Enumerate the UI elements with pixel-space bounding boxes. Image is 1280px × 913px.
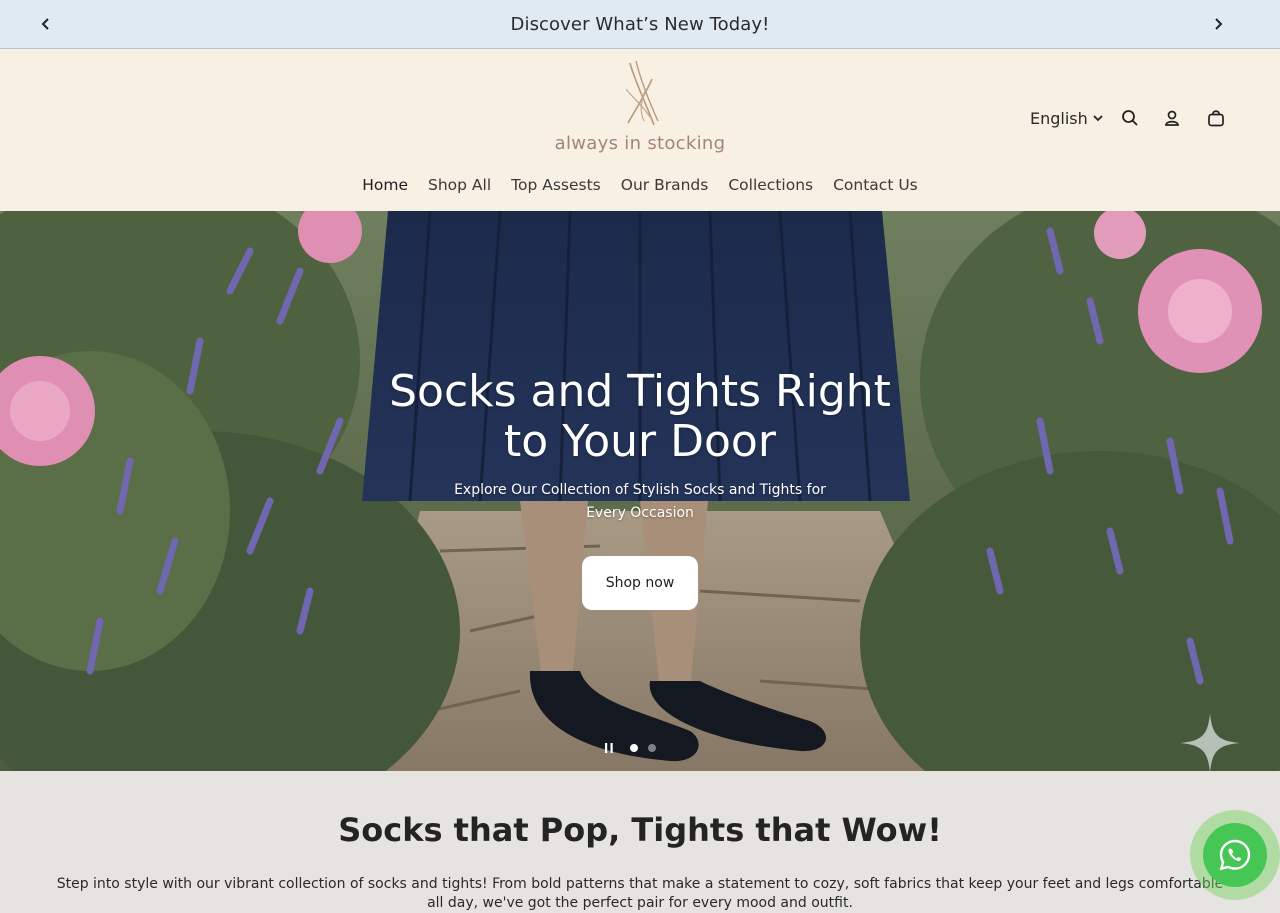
account-icon[interactable] bbox=[1160, 106, 1184, 130]
section-title: Socks that Pop, Tights that Wow! bbox=[338, 811, 942, 849]
chevron-down-icon bbox=[1093, 115, 1103, 122]
site-header: always in stocking English Home Shop All… bbox=[0, 49, 1280, 211]
logo[interactable]: always in stocking bbox=[540, 59, 740, 163]
section-text: Step into style with our vibrant collect… bbox=[56, 876, 1224, 911]
nav-item-home[interactable]: Home bbox=[362, 176, 408, 202]
slider-controls bbox=[600, 739, 656, 757]
language-selector[interactable]: English bbox=[1030, 109, 1104, 128]
header-tools: English bbox=[1030, 105, 1228, 131]
hero-title-line-2: to Your Door bbox=[504, 416, 776, 467]
whatsapp-button[interactable] bbox=[1190, 810, 1280, 900]
sparkle-icon bbox=[1180, 713, 1240, 771]
announcement-bar: Discover What’s New Today! bbox=[0, 0, 1280, 49]
hero-title-line-1: Socks and Tights Right bbox=[389, 366, 891, 417]
slide-dot-2[interactable] bbox=[648, 744, 656, 752]
slide-dot-1[interactable] bbox=[630, 744, 638, 752]
shop-now-button[interactable]: Shop now bbox=[582, 556, 698, 610]
intro-section: Socks that Pop, Tights that Wow! Step in… bbox=[0, 771, 1280, 911]
hero-subtitle-line-1: Explore Our Collection of Stylish Socks … bbox=[454, 482, 826, 498]
pause-icon[interactable] bbox=[600, 739, 618, 757]
whatsapp-icon bbox=[1203, 823, 1267, 887]
hero-subtitle: Explore Our Collection of Stylish Socks … bbox=[440, 479, 840, 525]
main-nav: Home Shop All Top Assests Our Brands Col… bbox=[0, 176, 1280, 202]
nav-item-shop-all[interactable]: Shop All bbox=[428, 176, 491, 202]
logo-text: always in stocking bbox=[554, 133, 726, 154]
chevron-right-icon[interactable] bbox=[1206, 12, 1230, 36]
announcement-text: Discover What’s New Today! bbox=[510, 13, 770, 35]
logo-mark-icon bbox=[625, 60, 659, 126]
hero-banner: Socks and Tights Right to Your Door Expl… bbox=[0, 211, 1280, 771]
nav-item-contact-us[interactable]: Contact Us bbox=[833, 176, 918, 202]
nav-item-top-assests[interactable]: Top Assests bbox=[511, 176, 601, 202]
chevron-left-icon[interactable] bbox=[34, 12, 58, 36]
cart-icon[interactable] bbox=[1204, 106, 1228, 130]
nav-item-our-brands[interactable]: Our Brands bbox=[621, 176, 709, 202]
hero-title: Socks and Tights Right to Your Door bbox=[290, 367, 990, 467]
language-label: English bbox=[1030, 108, 1088, 128]
search-icon[interactable] bbox=[1118, 106, 1142, 130]
nav-item-collections[interactable]: Collections bbox=[728, 176, 813, 202]
hero-subtitle-line-2: Every Occasion bbox=[586, 505, 694, 521]
